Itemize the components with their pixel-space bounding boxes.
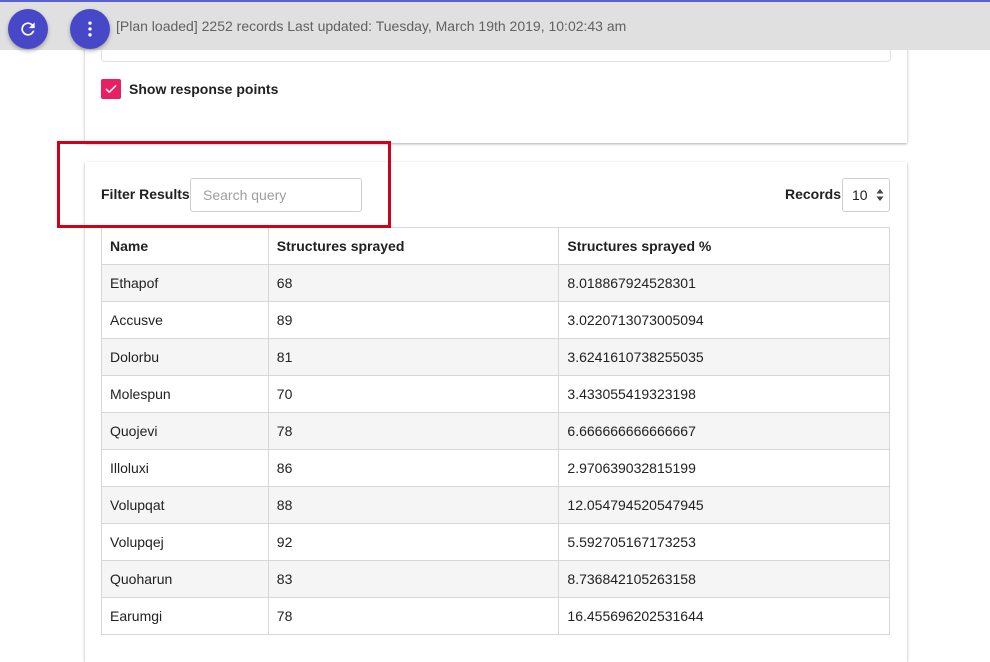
table-row[interactable]: Dolorbu 81 3.6241610738255035 [101,338,890,376]
cell-structures-sprayed-pct: 6.666666666666667 [558,412,890,450]
cell-structures-sprayed: 78 [267,412,560,450]
table-row[interactable]: Quoharun 83 8.736842105263158 [101,560,890,598]
cell-name: Quojevi [101,412,269,450]
table-row[interactable]: Ethapof 68 8.018867924528301 [101,264,890,302]
show-response-points-label: Show response points [129,81,279,97]
column-header-structures-sprayed[interactable]: Structures sprayed [267,227,560,265]
more-vertical-icon [88,21,92,37]
status-text: [Plan loaded] 2252 records Last updated:… [116,18,627,34]
table-row[interactable]: Accusve 89 3.0220713073005094 [101,301,890,339]
cell-structures-sprayed-pct: 8.018867924528301 [558,264,890,302]
records-label: Records: [785,186,846,202]
cell-structures-sprayed-pct: 2.970639032815199 [558,449,890,487]
column-header-structures-sprayed-pct[interactable]: Structures sprayed % [558,227,890,265]
table-row[interactable]: Molespun 70 3.433055419323198 [101,375,890,413]
table-row[interactable]: Earumgi 78 16.455696202531644 [101,597,890,635]
cell-name: Dolorbu [101,338,269,376]
cell-structures-sprayed: 86 [267,449,560,487]
cell-structures-sprayed-pct: 16.455696202531644 [558,597,890,635]
cell-name: Earumgi [101,597,269,635]
cell-structures-sprayed-pct: 8.736842105263158 [558,560,890,598]
table-row[interactable]: Volupqej 92 5.592705167173253 [101,523,890,561]
cell-structures-sprayed-pct: 5.592705167173253 [558,523,890,561]
select-arrows-icon [876,189,884,201]
cell-structures-sprayed: 68 [267,264,560,302]
filter-results-label: Filter Results: [101,186,195,202]
table-header-row: Name Structures sprayed Structures spray… [101,227,890,265]
cell-structures-sprayed: 92 [267,523,560,561]
cell-name: Volupqej [101,523,269,561]
results-card: Filter Results: Records: 10 Name Structu… [85,162,907,662]
check-icon [105,85,117,93]
cell-structures-sprayed: 89 [267,301,560,339]
table-row[interactable]: Illoluxi 86 2.970639032815199 [101,449,890,487]
results-table: Name Structures sprayed Structures spray… [101,227,890,635]
refresh-icon [21,22,35,36]
cell-name: Accusve [101,301,269,339]
column-header-name[interactable]: Name [101,227,269,265]
cell-name: Molespun [101,375,269,413]
refresh-button[interactable] [8,9,48,49]
cell-structures-sprayed: 83 [267,560,560,598]
search-input[interactable] [190,178,362,212]
cell-structures-sprayed: 70 [267,375,560,413]
cell-structures-sprayed-pct: 12.054794520547945 [558,486,890,524]
cell-name: Volupqat [101,486,269,524]
show-response-points-toggle[interactable]: Show response points [101,79,278,99]
menu-button[interactable] [70,9,110,49]
records-select[interactable]: 10 [842,178,890,212]
table-row[interactable]: Quojevi 78 6.666666666666667 [101,412,890,450]
cell-structures-sprayed-pct: 3.0220713073005094 [558,301,890,339]
cell-name: Ethapof [101,264,269,302]
cell-name: Quoharun [101,560,269,598]
table-row[interactable]: Volupqat 88 12.054794520547945 [101,486,890,524]
cell-structures-sprayed: 78 [267,597,560,635]
records-select-value: 10 [852,187,868,203]
cell-structures-sprayed-pct: 3.6241610738255035 [558,338,890,376]
cell-structures-sprayed: 88 [267,486,560,524]
show-response-points-checkbox[interactable] [101,79,121,99]
cell-structures-sprayed: 81 [267,338,560,376]
top-status-bar: [Plan loaded] 2252 records Last updated:… [0,0,990,50]
cell-name: Illoluxi [101,449,269,487]
cell-structures-sprayed-pct: 3.433055419323198 [558,375,890,413]
